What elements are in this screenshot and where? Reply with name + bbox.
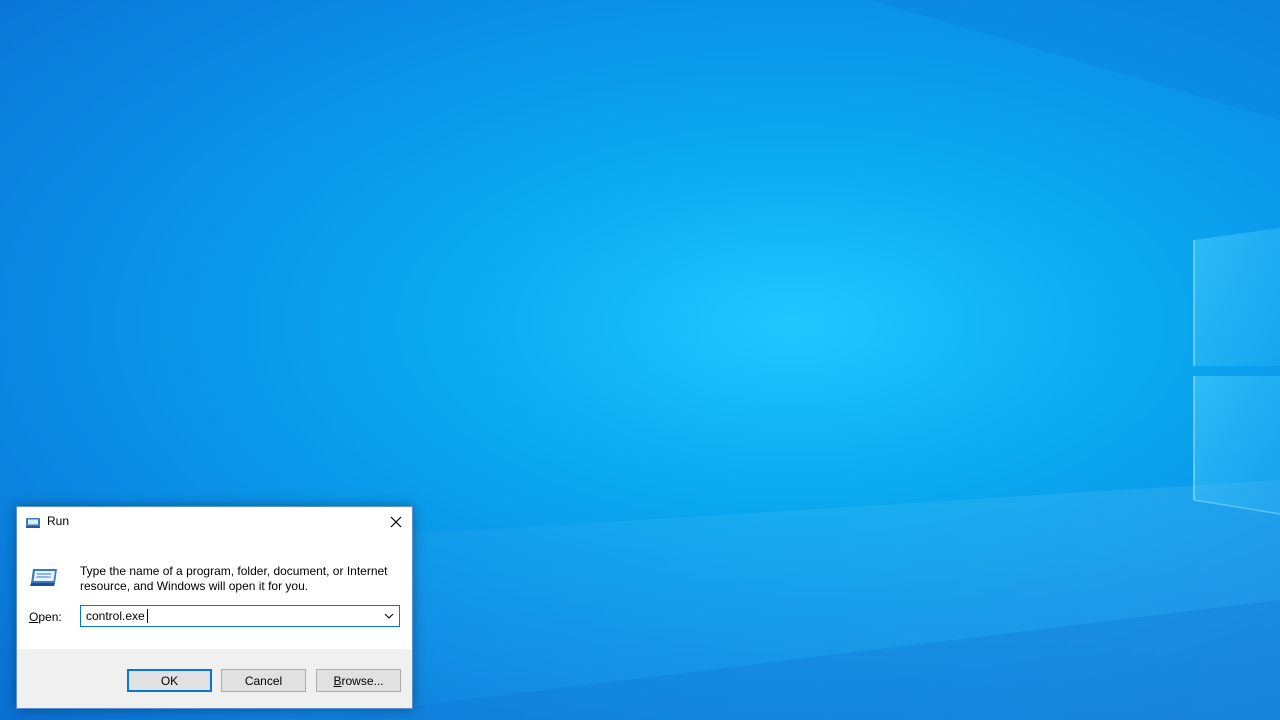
open-label: Open: xyxy=(29,610,62,624)
run-description: Type the name of a program, folder, docu… xyxy=(80,564,388,593)
cancel-button[interactable]: Cancel xyxy=(221,669,306,692)
browse-button[interactable]: Browse... xyxy=(316,669,401,692)
browse-label: rowse... xyxy=(341,673,384,688)
close-button[interactable] xyxy=(380,507,412,536)
ok-button[interactable]: OK xyxy=(127,669,212,692)
run-icon xyxy=(29,559,61,591)
desktop-background: Run Type the name of a program, folder, … xyxy=(0,0,1280,720)
open-label-accelerator: O xyxy=(29,610,39,624)
dialog-body: Type the name of a program, folder, docu… xyxy=(17,537,412,649)
open-label-text: pen: xyxy=(38,610,62,624)
window-title: Run xyxy=(47,514,70,528)
open-combobox[interactable] xyxy=(80,605,400,627)
browse-accelerator: B xyxy=(333,673,342,688)
close-icon xyxy=(390,516,402,527)
open-input[interactable] xyxy=(81,606,377,626)
dropdown-button[interactable] xyxy=(379,606,399,626)
title-bar[interactable]: Run xyxy=(17,507,412,537)
text-cursor xyxy=(147,609,148,623)
chevron-down-icon xyxy=(384,613,394,619)
dialog-footer: OK Cancel Browse... xyxy=(17,649,412,708)
run-icon xyxy=(25,514,41,530)
run-dialog: Run Type the name of a program, folder, … xyxy=(16,506,413,709)
